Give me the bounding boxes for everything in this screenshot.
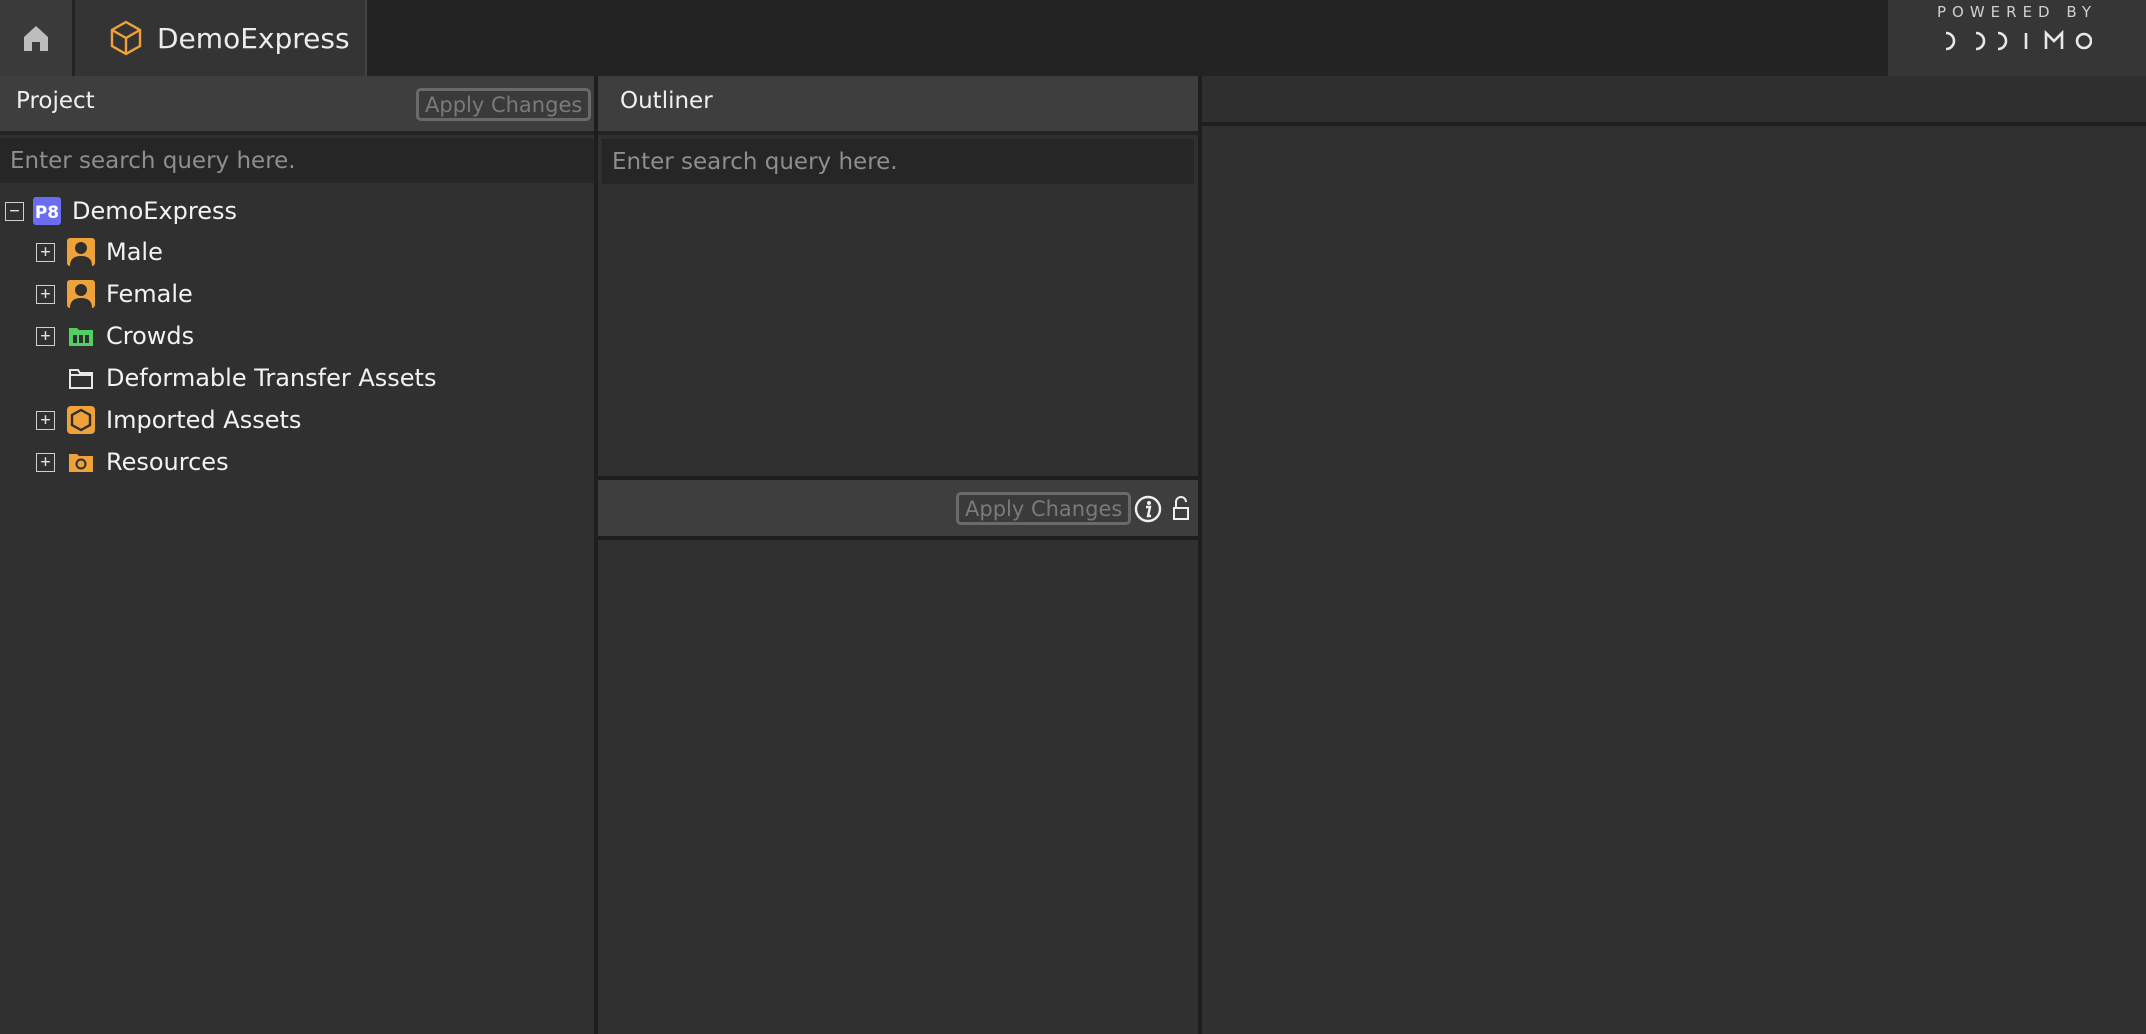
viewport-toolbar <box>1202 76 2146 126</box>
tree-item-label: Resources <box>106 448 229 476</box>
expand-icon[interactable]: + <box>36 242 55 262</box>
properties-apply-changes-button[interactable]: Apply Changes <box>956 492 1132 525</box>
properties-panel: Apply Changes <box>598 476 1198 1034</box>
expand-icon[interactable]: + <box>36 326 55 346</box>
tree-item-crowds[interactable]: + Crowds <box>36 316 194 356</box>
tree-item-label: Imported Assets <box>106 406 302 434</box>
svg-text:P8: P8 <box>35 203 59 223</box>
outliner-panel-title: Outliner <box>620 88 713 114</box>
crowds-folder-icon <box>66 321 96 351</box>
outliner-panel-header: Outliner <box>598 76 1198 135</box>
home-icon <box>24 26 48 51</box>
outliner-panel: Outliner <box>598 76 1198 476</box>
hexagon-icon <box>66 405 96 435</box>
project-apply-changes-button[interactable]: Apply Changes <box>416 88 592 121</box>
tree-item-demoexpress[interactable]: − P8 DemoExpress <box>5 191 237 231</box>
unlock-icon[interactable] <box>1171 496 1191 522</box>
tree-item-deformable-transfer-assets[interactable]: Deformable Transfer Assets <box>36 358 436 398</box>
folder-icon <box>66 363 96 393</box>
info-icon[interactable] <box>1134 495 1162 523</box>
collapse-icon[interactable]: − <box>5 201 24 221</box>
project-panel-header: Project Apply Changes <box>0 76 594 135</box>
resources-folder-icon <box>66 447 96 477</box>
expand-icon[interactable]: + <box>36 284 55 304</box>
person-icon <box>66 237 96 267</box>
tree-item-label: Female <box>106 280 193 308</box>
expand-icon[interactable]: + <box>36 452 55 472</box>
home-button[interactable] <box>0 0 72 76</box>
tree-item-label: DemoExpress <box>72 197 238 225</box>
tree-item-resources[interactable]: + Resources <box>36 442 229 482</box>
tree-item-female[interactable]: + Female <box>36 274 193 314</box>
cube-icon <box>110 20 142 56</box>
tree-item-label: Deformable Transfer Assets <box>106 364 437 392</box>
tree-item-label: Crowds <box>106 322 195 350</box>
expand-icon[interactable]: + <box>36 410 55 430</box>
project-tab[interactable]: DemoExpress <box>75 0 367 76</box>
project-panel-title: Project <box>16 88 95 114</box>
tree-item-imported-assets[interactable]: + Imported Assets <box>36 400 301 440</box>
viewport-panel <box>1202 76 2146 1034</box>
brand-badge: POWERED BY <box>1888 0 2146 76</box>
outliner-search-input[interactable] <box>602 139 1194 184</box>
didimo-logo-icon <box>1945 29 2092 51</box>
project-search-input[interactable] <box>0 138 594 183</box>
tree-item-label: Male <box>106 238 163 266</box>
properties-panel-header: Apply Changes <box>598 476 1198 540</box>
top-bar: DemoExpress POWERED BY <box>0 0 2146 76</box>
person-icon <box>66 279 96 309</box>
tree-item-male[interactable]: + Male <box>36 232 163 272</box>
powered-by-text: POWERED BY <box>1936 3 2097 21</box>
p8-project-icon: P8 <box>32 196 62 226</box>
project-tab-label: DemoExpress <box>157 21 350 55</box>
